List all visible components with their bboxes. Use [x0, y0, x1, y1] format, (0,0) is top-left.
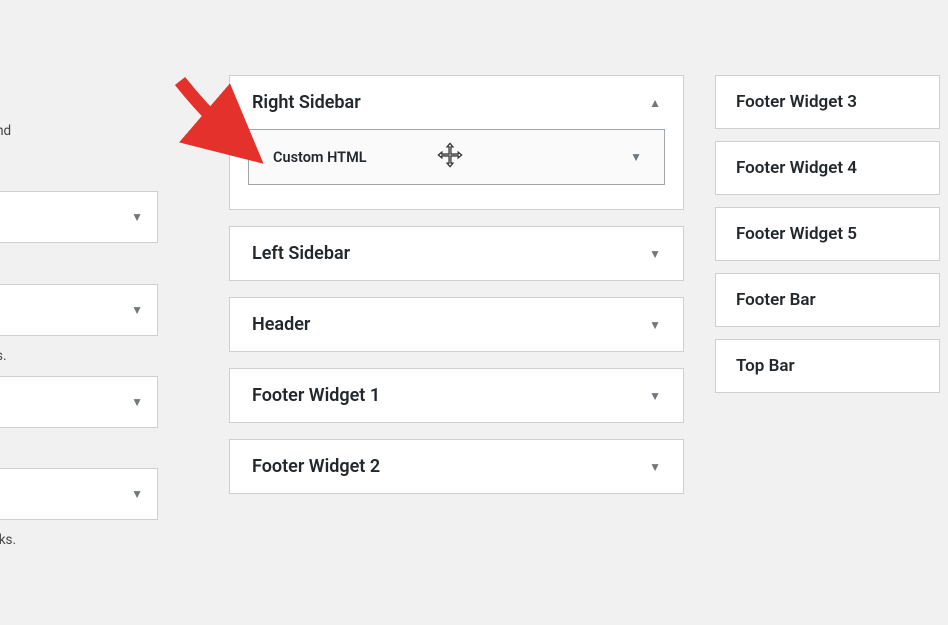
top-bar-area[interactable]: Top Bar: [715, 339, 940, 393]
widget-areas-column: Right Sidebar ▲ Custom HTML ▼ Left Sideb…: [229, 75, 684, 510]
widget-item[interactable]: ▼: [0, 468, 158, 520]
left-sidebar-area[interactable]: Left Sidebar ▼: [229, 226, 684, 281]
widget-desc: Press.org links.: [0, 530, 158, 550]
caret-down-icon: ▼: [649, 389, 661, 403]
area-title: Header: [252, 314, 310, 335]
area-title: Footer Widget 1: [252, 385, 380, 406]
available-widgets-column: e a widget and ▼ layer. ▼ of categories.…: [0, 0, 158, 560]
widget-item[interactable]: ▼: [0, 376, 158, 428]
caret-down-icon: ▼: [131, 210, 143, 224]
caret-down-icon: ▼: [131, 395, 143, 409]
footer-widget-3-area[interactable]: Footer Widget 3: [715, 75, 940, 129]
caret-down-icon: ▼: [630, 150, 642, 164]
widget-areas-column-2: Footer Widget 3 Footer Widget 4 Footer W…: [715, 75, 940, 405]
area-title: Right Sidebar: [252, 92, 361, 113]
caret-down-icon: ▼: [649, 247, 661, 261]
header-area[interactable]: Header ▼: [229, 297, 684, 352]
area-title: Left Sidebar: [252, 243, 350, 264]
right-sidebar-header[interactable]: Right Sidebar ▲: [230, 76, 683, 129]
widget-desc: gallery.: [0, 438, 158, 458]
widget-title: Custom HTML: [249, 149, 367, 166]
footer-widget-2-area[interactable]: Footer Widget 2 ▼: [229, 439, 684, 494]
caret-down-icon: ▼: [131, 303, 143, 317]
footer-widget-5-area[interactable]: Footer Widget 5: [715, 207, 940, 261]
widget-desc: layer.: [0, 253, 158, 273]
caret-up-icon: ▲: [649, 96, 661, 110]
caret-down-icon: ▼: [131, 487, 143, 501]
right-sidebar-body: Custom HTML ▼: [230, 129, 683, 209]
widget-item[interactable]: ▼: [0, 284, 158, 336]
right-sidebar-area: Right Sidebar ▲ Custom HTML ▼: [229, 75, 684, 210]
caret-down-icon: ▼: [649, 460, 661, 474]
footer-bar-area[interactable]: Footer Bar: [715, 273, 940, 327]
widget-desc: of categories.: [0, 346, 158, 366]
widget-item[interactable]: ▼: [0, 191, 158, 243]
custom-html-widget[interactable]: Custom HTML ▼: [248, 129, 665, 185]
caret-down-icon: ▼: [649, 318, 661, 332]
footer-widget-4-area[interactable]: Footer Widget 4: [715, 141, 940, 195]
footer-widget-1-area[interactable]: Footer Widget 1 ▼: [229, 368, 684, 423]
area-title: Footer Widget 2: [252, 456, 380, 477]
widget-desc: e a widget and: [0, 121, 158, 141]
